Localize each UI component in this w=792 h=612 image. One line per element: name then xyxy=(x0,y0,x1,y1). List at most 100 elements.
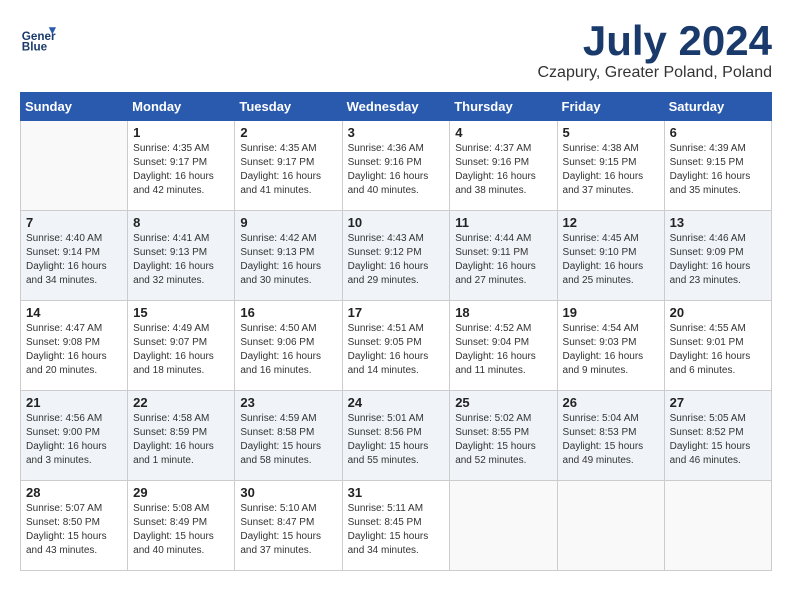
day-info: Sunrise: 5:11 AM Sunset: 8:45 PM Dayligh… xyxy=(348,502,445,558)
day-info: Sunrise: 4:49 AM Sunset: 9:07 PM Dayligh… xyxy=(133,322,229,378)
day-number: 22 xyxy=(133,395,229,410)
calendar-cell: 26 Sunrise: 5:04 AM Sunset: 8:53 PM Dayli… xyxy=(557,391,664,481)
day-header-monday: Monday xyxy=(128,93,235,121)
day-info: Sunrise: 4:59 AM Sunset: 8:58 PM Dayligh… xyxy=(240,412,336,468)
week-row-4: 21 Sunrise: 4:56 AM Sunset: 9:00 PM Dayli… xyxy=(21,391,772,481)
calendar-cell: 2Sunrise: 4:35 AM Sunset: 9:17 PM Daylig… xyxy=(235,121,342,211)
day-info: Sunrise: 5:05 AM Sunset: 8:52 PM Dayligh… xyxy=(670,412,766,468)
day-info: Sunrise: 5:10 AM Sunset: 8:47 PM Dayligh… xyxy=(240,502,336,558)
calendar-cell: 7 Sunrise: 4:40 AM Sunset: 9:14 PM Daylig… xyxy=(21,211,128,301)
day-info: Sunrise: 4:39 AM Sunset: 9:15 PM Dayligh… xyxy=(670,142,766,198)
day-info: Sunrise: 4:37 AM Sunset: 9:16 PM Dayligh… xyxy=(455,142,551,198)
day-number: 24 xyxy=(348,395,445,410)
calendar-cell: 28 Sunrise: 5:07 AM Sunset: 8:50 PM Dayli… xyxy=(21,481,128,571)
day-info: Sunrise: 4:50 AM Sunset: 9:06 PM Dayligh… xyxy=(240,322,336,378)
day-header-wednesday: Wednesday xyxy=(342,93,450,121)
day-number: 20 xyxy=(670,305,766,320)
day-number: 18 xyxy=(455,305,551,320)
day-info: Sunrise: 4:43 AM Sunset: 9:12 PM Dayligh… xyxy=(348,232,445,288)
calendar-cell: 15Sunrise: 4:49 AM Sunset: 9:07 PM Dayli… xyxy=(128,301,235,391)
location: Czapury, Greater Poland, Poland xyxy=(538,64,773,82)
day-header-friday: Friday xyxy=(557,93,664,121)
day-number: 29 xyxy=(133,485,229,500)
day-info: Sunrise: 5:01 AM Sunset: 8:56 PM Dayligh… xyxy=(348,412,445,468)
day-number: 5 xyxy=(563,125,659,140)
day-number: 28 xyxy=(26,485,122,500)
calendar-cell: 22 Sunrise: 4:58 AM Sunset: 8:59 PM Dayli… xyxy=(128,391,235,481)
day-number: 7 xyxy=(26,215,122,230)
day-info: Sunrise: 4:44 AM Sunset: 9:11 PM Dayligh… xyxy=(455,232,551,288)
day-number: 1 xyxy=(133,125,229,140)
calendar-cell: 31 Sunrise: 5:11 AM Sunset: 8:45 PM Dayli… xyxy=(342,481,450,571)
calendar-cell xyxy=(664,481,771,571)
day-number: 4 xyxy=(455,125,551,140)
day-info: Sunrise: 4:35 AM Sunset: 9:17 PM Dayligh… xyxy=(133,142,229,198)
day-number: 23 xyxy=(240,395,336,410)
day-info: Sunrise: 5:02 AM Sunset: 8:55 PM Dayligh… xyxy=(455,412,551,468)
day-info: Sunrise: 4:40 AM Sunset: 9:14 PM Dayligh… xyxy=(26,232,122,288)
calendar-cell: 21 Sunrise: 4:56 AM Sunset: 9:00 PM Dayli… xyxy=(21,391,128,481)
day-number: 12 xyxy=(563,215,659,230)
week-row-5: 28 Sunrise: 5:07 AM Sunset: 8:50 PM Dayli… xyxy=(21,481,772,571)
header-row: SundayMondayTuesdayWednesdayThursdayFrid… xyxy=(21,93,772,121)
week-row-2: 7 Sunrise: 4:40 AM Sunset: 9:14 PM Daylig… xyxy=(21,211,772,301)
calendar-cell xyxy=(21,121,128,211)
day-number: 10 xyxy=(348,215,445,230)
month-year: July 2024 xyxy=(538,20,773,62)
day-number: 25 xyxy=(455,395,551,410)
day-number: 26 xyxy=(563,395,659,410)
calendar-cell: 5 Sunrise: 4:38 AM Sunset: 9:15 PM Daylig… xyxy=(557,121,664,211)
svg-text:Blue: Blue xyxy=(22,41,48,54)
calendar-cell: 9 Sunrise: 4:42 AM Sunset: 9:13 PM Daylig… xyxy=(235,211,342,301)
day-info: Sunrise: 5:08 AM Sunset: 8:49 PM Dayligh… xyxy=(133,502,229,558)
day-header-tuesday: Tuesday xyxy=(235,93,342,121)
day-info: Sunrise: 5:04 AM Sunset: 8:53 PM Dayligh… xyxy=(563,412,659,468)
day-number: 21 xyxy=(26,395,122,410)
day-header-saturday: Saturday xyxy=(664,93,771,121)
day-info: Sunrise: 4:56 AM Sunset: 9:00 PM Dayligh… xyxy=(26,412,122,468)
day-info: Sunrise: 4:58 AM Sunset: 8:59 PM Dayligh… xyxy=(133,412,229,468)
week-row-3: 14 Sunrise: 4:47 AM Sunset: 9:08 PM Dayli… xyxy=(21,301,772,391)
day-info: Sunrise: 4:36 AM Sunset: 9:16 PM Dayligh… xyxy=(348,142,445,198)
calendar-cell: 4 Sunrise: 4:37 AM Sunset: 9:16 PM Daylig… xyxy=(450,121,557,211)
calendar-cell: 20 Sunrise: 4:55 AM Sunset: 9:01 PM Dayli… xyxy=(664,301,771,391)
calendar-cell: 8Sunrise: 4:41 AM Sunset: 9:13 PM Daylig… xyxy=(128,211,235,301)
calendar-cell: 18 Sunrise: 4:52 AM Sunset: 9:04 PM Dayli… xyxy=(450,301,557,391)
day-number: 2 xyxy=(240,125,336,140)
day-number: 8 xyxy=(133,215,229,230)
calendar-cell xyxy=(557,481,664,571)
calendar-cell: 3Sunrise: 4:36 AM Sunset: 9:16 PM Daylig… xyxy=(342,121,450,211)
calendar-cell: 16 Sunrise: 4:50 AM Sunset: 9:06 PM Dayli… xyxy=(235,301,342,391)
day-info: Sunrise: 4:42 AM Sunset: 9:13 PM Dayligh… xyxy=(240,232,336,288)
day-info: Sunrise: 4:55 AM Sunset: 9:01 PM Dayligh… xyxy=(670,322,766,378)
calendar-cell: 6 Sunrise: 4:39 AM Sunset: 9:15 PM Daylig… xyxy=(664,121,771,211)
day-header-sunday: Sunday xyxy=(21,93,128,121)
calendar-table: SundayMondayTuesdayWednesdayThursdayFrid… xyxy=(20,92,772,571)
calendar-cell: 1 Sunrise: 4:35 AM Sunset: 9:17 PM Daylig… xyxy=(128,121,235,211)
day-info: Sunrise: 4:54 AM Sunset: 9:03 PM Dayligh… xyxy=(563,322,659,378)
day-number: 9 xyxy=(240,215,336,230)
calendar-cell: 23 Sunrise: 4:59 AM Sunset: 8:58 PM Dayli… xyxy=(235,391,342,481)
day-info: Sunrise: 4:52 AM Sunset: 9:04 PM Dayligh… xyxy=(455,322,551,378)
day-number: 19 xyxy=(563,305,659,320)
day-number: 30 xyxy=(240,485,336,500)
calendar-cell: 11 Sunrise: 4:44 AM Sunset: 9:11 PM Dayli… xyxy=(450,211,557,301)
day-info: Sunrise: 5:07 AM Sunset: 8:50 PM Dayligh… xyxy=(26,502,122,558)
day-number: 14 xyxy=(26,305,122,320)
day-info: Sunrise: 4:38 AM Sunset: 9:15 PM Dayligh… xyxy=(563,142,659,198)
day-info: Sunrise: 4:46 AM Sunset: 9:09 PM Dayligh… xyxy=(670,232,766,288)
calendar-cell: 17Sunrise: 4:51 AM Sunset: 9:05 PM Dayli… xyxy=(342,301,450,391)
day-number: 6 xyxy=(670,125,766,140)
logo: General Blue xyxy=(20,20,56,56)
day-number: 27 xyxy=(670,395,766,410)
day-number: 13 xyxy=(670,215,766,230)
calendar-cell: 30 Sunrise: 5:10 AM Sunset: 8:47 PM Dayli… xyxy=(235,481,342,571)
day-info: Sunrise: 4:47 AM Sunset: 9:08 PM Dayligh… xyxy=(26,322,122,378)
day-number: 31 xyxy=(348,485,445,500)
day-number: 11 xyxy=(455,215,551,230)
calendar-cell xyxy=(450,481,557,571)
day-header-thursday: Thursday xyxy=(450,93,557,121)
day-number: 16 xyxy=(240,305,336,320)
calendar-cell: 13 Sunrise: 4:46 AM Sunset: 9:09 PM Dayli… xyxy=(664,211,771,301)
day-info: Sunrise: 4:45 AM Sunset: 9:10 PM Dayligh… xyxy=(563,232,659,288)
